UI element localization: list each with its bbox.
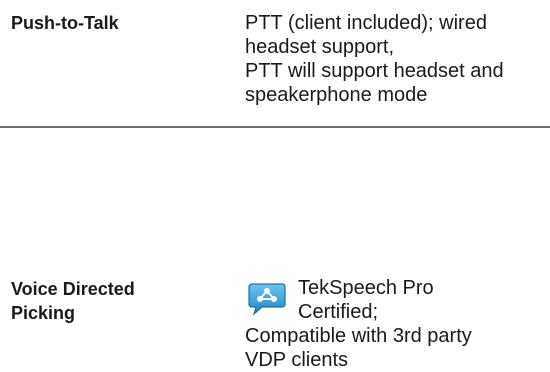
speech-bubble-network-icon [248,282,286,316]
label-line: Picking [11,303,76,323]
value-line: VDP clients [245,349,349,371]
value-line: PTT (client included); wired [245,12,487,34]
compatibility-text: Compatible with 3rd party VDP clients [245,324,472,372]
value-line: Certified; [298,301,379,323]
row-divider [0,126,550,128]
certification-text: TekSpeech Pro Certified; [298,276,434,324]
feature-table: Push-to-Talk PTT (client included); wire… [0,0,550,371]
feature-label: Voice Directed Picking [11,277,135,325]
feature-value: PTT (client included); wired headset sup… [245,11,545,107]
value-line: PTT will support headset and [245,60,504,82]
value-line: speakerphone mode [245,84,428,106]
feature-label: Push-to-Talk [11,13,119,33]
table-row-voice-directed-picking: Voice Directed Picking TekSpeech Pro Cer… [0,130,550,371]
value-line: headset support, [245,36,394,58]
label-line: Voice Directed [11,279,135,299]
table-row-push-to-talk: Push-to-Talk PTT (client included); wire… [0,0,550,126]
value-line: TekSpeech Pro [298,277,434,299]
value-line: Compatible with 3rd party [245,325,472,347]
